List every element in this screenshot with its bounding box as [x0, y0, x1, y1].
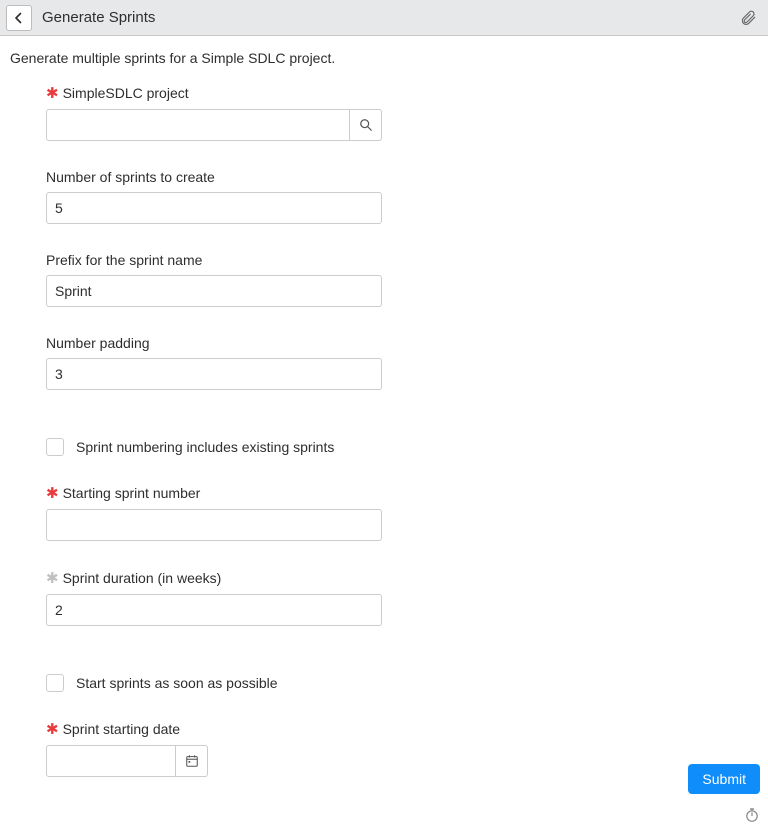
field-padding: Number padding	[46, 335, 758, 390]
padding-input[interactable]	[46, 358, 382, 390]
num-sprints-input[interactable]	[46, 192, 382, 224]
form: ✱ SimpleSDLC project Number of sprints t…	[10, 84, 758, 777]
start-asap-label: Start sprints as soon as possible	[76, 675, 278, 691]
attachment-button[interactable]	[738, 8, 758, 28]
optional-asterisk-icon: ✱	[46, 569, 59, 587]
field-num-sprints: Number of sprints to create	[46, 169, 758, 224]
submit-button[interactable]: Submit	[688, 764, 760, 794]
date-picker-button[interactable]	[176, 745, 208, 777]
page-header: Generate Sprints	[0, 0, 768, 36]
back-button[interactable]	[6, 5, 32, 31]
paperclip-icon	[739, 9, 757, 27]
form-description: Generate multiple sprints for a Simple S…	[10, 50, 758, 66]
content-area: Generate multiple sprints for a Simple S…	[0, 36, 768, 815]
chevron-left-icon	[13, 12, 25, 24]
field-include-existing: Sprint numbering includes existing sprin…	[46, 438, 758, 456]
starting-number-label: Starting sprint number	[63, 485, 201, 501]
field-prefix: Prefix for the sprint name	[46, 252, 758, 307]
response-time-indicator[interactable]	[744, 807, 760, 823]
page-title: Generate Sprints	[42, 9, 738, 26]
padding-label: Number padding	[46, 335, 150, 351]
required-asterisk-icon: ✱	[46, 484, 59, 502]
include-existing-checkbox[interactable]	[46, 438, 64, 456]
field-start-date: ✱ Sprint starting date	[46, 720, 758, 777]
project-lookup-button[interactable]	[350, 109, 382, 141]
duration-label: Sprint duration (in weeks)	[63, 570, 222, 586]
required-asterisk-icon: ✱	[46, 84, 59, 102]
search-icon	[359, 118, 373, 132]
project-input[interactable]	[46, 109, 350, 141]
field-duration: ✱ Sprint duration (in weeks)	[46, 569, 758, 626]
start-date-input[interactable]	[46, 745, 176, 777]
field-start-asap: Start sprints as soon as possible	[46, 674, 758, 692]
stopwatch-icon	[744, 807, 760, 823]
field-project: ✱ SimpleSDLC project	[46, 84, 758, 141]
prefix-label: Prefix for the sprint name	[46, 252, 202, 268]
start-asap-checkbox[interactable]	[46, 674, 64, 692]
field-starting-number: ✱ Starting sprint number	[46, 484, 758, 541]
calendar-icon	[185, 754, 199, 768]
required-asterisk-icon: ✱	[46, 720, 59, 738]
include-existing-label: Sprint numbering includes existing sprin…	[76, 439, 334, 455]
prefix-input[interactable]	[46, 275, 382, 307]
duration-input[interactable]	[46, 594, 382, 626]
num-sprints-label: Number of sprints to create	[46, 169, 215, 185]
start-date-label: Sprint starting date	[63, 721, 181, 737]
project-label: SimpleSDLC project	[63, 85, 189, 101]
starting-number-input[interactable]	[46, 509, 382, 541]
